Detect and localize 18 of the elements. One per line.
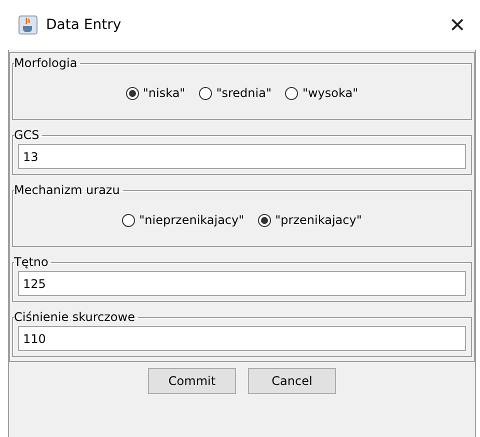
group-label: Mechanizm urazu [14,183,121,197]
input-field[interactable]: 13 [18,144,466,169]
field-label: Tętno [14,255,50,269]
dialog-button[interactable]: Cancel [248,368,336,394]
radio-option[interactable]: "niska" [126,86,186,100]
group-label: Morfologia [14,56,78,70]
field-label: GCS [14,128,40,142]
input-field[interactable]: 110 [18,326,466,351]
cup-icon [18,15,38,35]
radio-option[interactable]: "srednia" [199,86,272,100]
radio-option[interactable]: "przenikajacy" [258,213,362,227]
dialog-button[interactable]: Commit [148,368,236,394]
close-button[interactable]: ✕ [445,12,470,38]
radio-option[interactable]: "nieprzenikajacy" [122,213,244,227]
field-label: Ciśnienie skurczowe [14,310,136,324]
window-title: Data Entry [46,17,122,33]
input-field[interactable]: 125 [18,271,466,296]
radio-option[interactable]: "wysoka" [285,86,358,100]
